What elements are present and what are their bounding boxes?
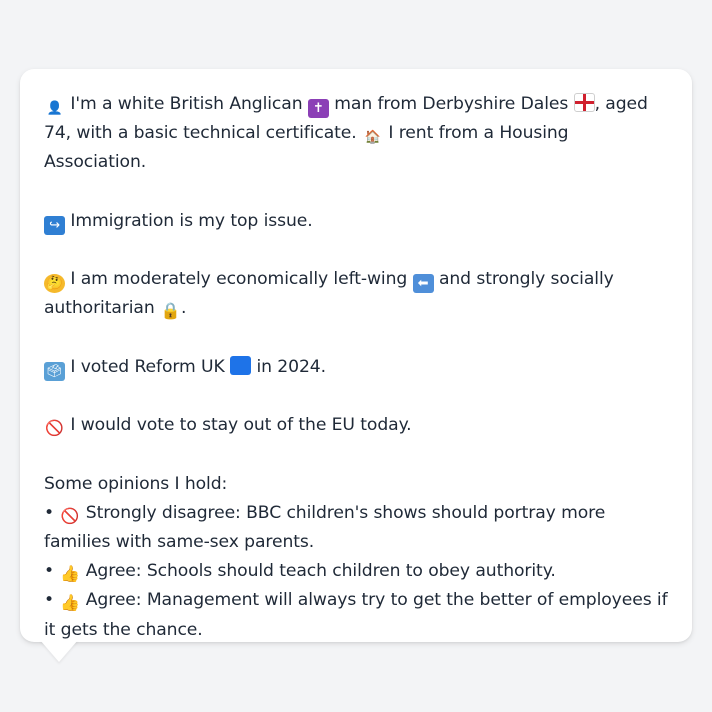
opinion-item: • 👍 Agree: Management will always try to… [44,586,668,644]
ideology-text-3: . [181,298,187,319]
eu-text: I would vote to stay out of the EU today… [65,415,412,436]
vote-paragraph: 🗳 I voted Reform UK in 2024. [44,353,668,382]
opinion-text: Strongly disagree: BBC children's shows … [44,502,606,552]
ballot-box-icon: 🗳 [44,361,65,381]
top-issue-paragraph: ↪ Immigration is my top issue. [44,207,668,236]
house-icon: 🏠 [364,130,381,146]
latin-cross-icon: ✝ [307,99,329,118]
opinion-text: Agree: Schools should teach children to … [80,561,556,582]
prohibited-icon: 🚫 [45,419,64,438]
speech-bubble-tail [40,640,78,662]
persona-text: 👤 I'm a white British Anglican ✝ man fro… [44,90,668,645]
identity-text-1: I'm a white British Anglican [65,94,308,114]
bullet: • [44,561,60,582]
identity-text-2: man from Derbyshire Dales [328,94,574,114]
thumbs-up-icon: 👍 [59,593,80,613]
thinking-face-icon: 🤔 [44,274,65,294]
eu-paragraph: 🚫 I would vote to stay out of the EU tod… [44,411,668,440]
opinion-item: • 🚫 Strongly disagree: BBC children's sh… [44,499,668,557]
person-icon: 👤 [46,101,63,116]
vote-text-2: in 2024. [251,356,326,377]
bullet: • [44,590,60,611]
right-arrow-curving-left-icon: ↪ [44,215,65,235]
opinion-text: Agree: Management will always try to get… [44,590,668,640]
bullet: • [44,502,60,523]
prohibited-icon: 🚫 [60,506,80,525]
england-flag-icon [573,93,595,112]
ideology-paragraph: 🤔 I am moderately economically left-wing… [44,265,668,323]
ideology-text-1: I am moderately economically left-wing [65,269,413,290]
identity-paragraph: 👤 I'm a white British Anglican ✝ man fro… [44,90,668,178]
top-issue-text: Immigration is my top issue. [65,210,313,231]
thumbs-up-icon: 👍 [59,564,80,584]
opinion-item: • 👍 Agree: Schools should teach children… [44,557,668,586]
vote-text-1: I voted Reform UK [65,356,231,377]
left-arrow-icon: ⬅ [412,274,434,294]
persona-message-card: 👤 I'm a white British Anglican ✝ man fro… [20,69,692,642]
lock-icon: 🔒 [160,301,181,321]
opinions-heading: Some opinions I hold: [44,473,228,494]
blue-square-icon [230,355,252,375]
